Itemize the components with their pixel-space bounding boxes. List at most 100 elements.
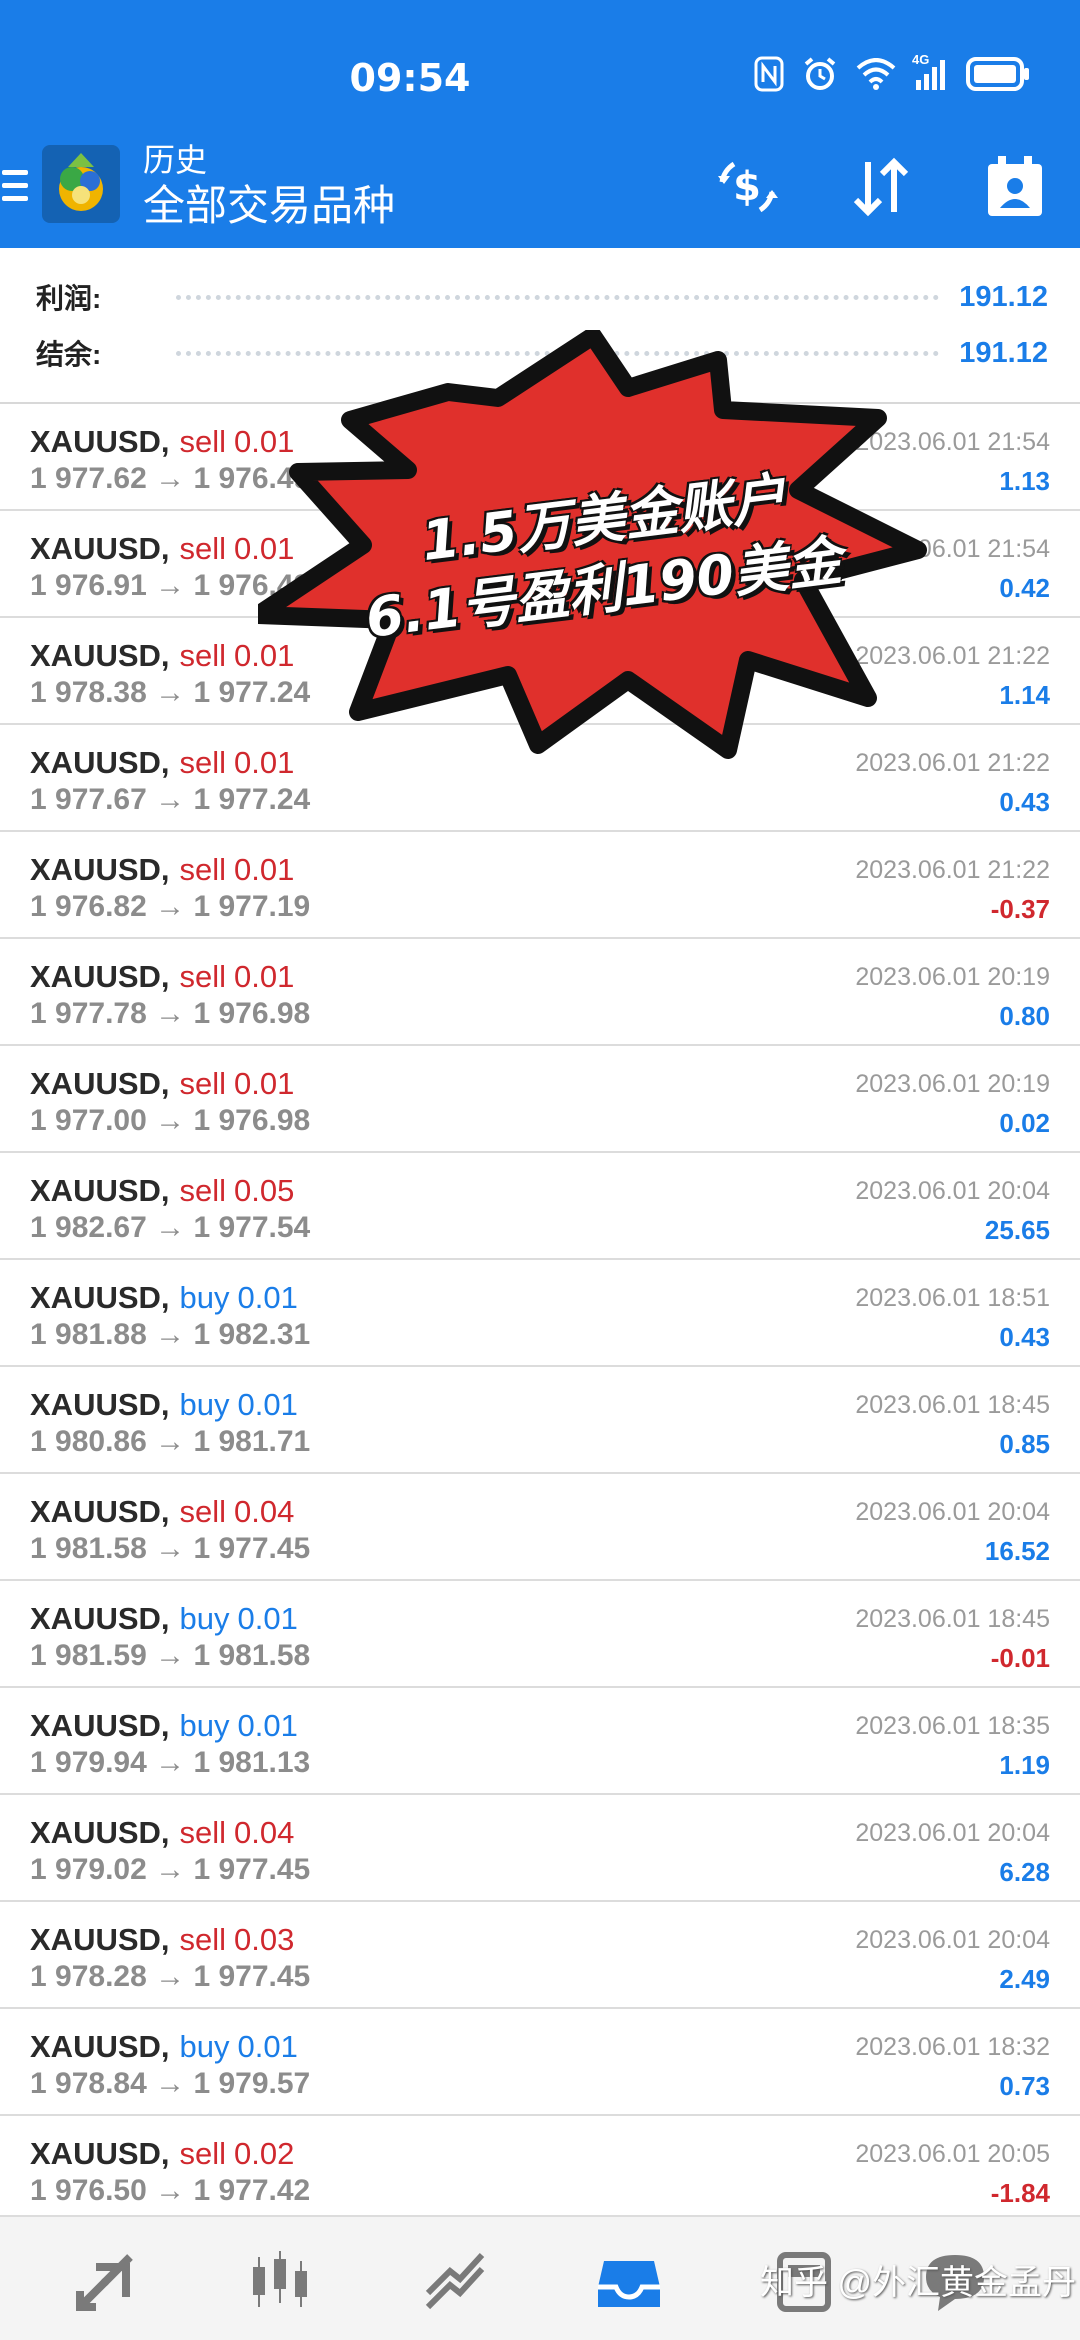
trade-symbol: XAUUSD, sell 0.05: [30, 1173, 294, 1209]
trade-side: sell: [179, 2136, 227, 2171]
trade-prices: 1 981.88 → 1 982.31: [30, 1318, 311, 1351]
trade-time: 2023.06.01 18:51: [855, 1284, 1050, 1312]
trade-row[interactable]: XAUUSD, sell 0.03 1 978.28 → 1 977.45 2023.0…: [0, 1902, 1080, 2009]
trade-profit: 16.52: [984, 1536, 1050, 1566]
trade-profit: -0.37: [990, 894, 1050, 924]
trade-lots: 0.01: [234, 1066, 295, 1101]
trade-symbol: XAUUSD, buy 0.01: [30, 1708, 298, 1744]
trade-time: 2023.06.01 20:04: [855, 1498, 1050, 1526]
trade-prices: 1 981.59 → 1 981.58: [30, 1639, 311, 1672]
app-header: 09:54 4G 历史 全部交易品种 $: [0, 0, 1080, 248]
trade-lots: 0.01: [237, 1601, 298, 1636]
trade-time: 2023.06.01 20:19: [855, 1070, 1050, 1098]
trade-lots: 0.02: [234, 2136, 295, 2171]
trade-symbol-label: XAUUSD,: [30, 2136, 170, 2171]
trade-lots: 0.01: [234, 959, 295, 994]
app-logo: [42, 145, 120, 223]
trade-profit: 6.28: [999, 1857, 1050, 1887]
bottom-nav: 知乎 @外汇黄金孟丹: [0, 2215, 1080, 2340]
trade-side: sell: [179, 852, 227, 887]
trade-time: 2023.06.01 18:35: [855, 1712, 1050, 1740]
trade-side: sell: [179, 638, 227, 673]
trade-profit: 0.43: [999, 787, 1050, 817]
trade-symbol: XAUUSD, sell 0.01: [30, 959, 294, 995]
chart-icon[interactable]: [245, 2247, 315, 2317]
trade-symbol: XAUUSD, sell 0.01: [30, 531, 294, 567]
trade-prices: 1 979.02 → 1 977.45: [30, 1853, 311, 1886]
trade-side: sell: [179, 1173, 227, 1208]
trade-row[interactable]: XAUUSD, sell 0.02 1 976.50 → 1 977.42 2023.0…: [0, 2116, 1080, 2223]
trade-side: buy: [179, 1708, 230, 1743]
quotes-icon[interactable]: [70, 2247, 140, 2317]
trade-lots: 0.01: [234, 852, 295, 887]
trade-side: sell: [179, 424, 227, 459]
trade-symbol: XAUUSD, buy 0.01: [30, 1387, 298, 1423]
trade-lots: 0.03: [234, 1922, 295, 1957]
trade-row[interactable]: XAUUSD, sell 0.01 1 976.82 → 1 977.19 2023.0…: [0, 832, 1080, 939]
trade-profit: 1.13: [999, 466, 1050, 496]
deposit-icon[interactable]: $: [712, 152, 782, 222]
balance-label: 结余:: [36, 339, 102, 370]
trade-profit: 1.14: [999, 680, 1050, 710]
trade-side: sell: [179, 531, 227, 566]
trade-lots: 0.01: [237, 1280, 298, 1315]
status-time: 09:54: [349, 56, 471, 100]
status-icons: 4G: [754, 52, 1030, 97]
trade-row[interactable]: XAUUSD, sell 0.01 1 977.00 → 1 976.98 2023.0…: [0, 1046, 1080, 1153]
wifi-icon: [856, 58, 896, 95]
trade-row[interactable]: XAUUSD, sell 0.05 1 982.67 → 1 977.54 2023.0…: [0, 1153, 1080, 1260]
trade-side: sell: [179, 745, 227, 780]
battery-icon: [966, 57, 1030, 96]
trade-row[interactable]: XAUUSD, sell 0.04 1 981.58 → 1 977.45 2023.0…: [0, 1474, 1080, 1581]
trade-symbol: XAUUSD, sell 0.01: [30, 638, 294, 674]
trade-side: buy: [179, 1387, 230, 1422]
sort-icon[interactable]: [846, 152, 916, 222]
trade-symbol: XAUUSD, sell 0.04: [30, 1815, 294, 1851]
trade-time: 2023.06.01 18:45: [855, 1391, 1050, 1419]
history-icon[interactable]: [594, 2247, 664, 2317]
trade-side: sell: [179, 1494, 227, 1529]
trade-prices: 1 982.67 → 1 977.54: [30, 1211, 311, 1244]
trade-prices: 1 980.86 → 1 981.71: [30, 1425, 311, 1458]
status-bar: 09:54 4G: [0, 0, 1080, 140]
symbol-filter[interactable]: 全部交易品种: [143, 180, 395, 232]
trade-side: sell: [179, 959, 227, 994]
dot-leader: [176, 294, 940, 300]
trade-row[interactable]: XAUUSD, buy 0.01 1 979.94 → 1 981.13 2023.06…: [0, 1688, 1080, 1795]
trade-prices: 1 981.58 → 1 977.45: [30, 1532, 311, 1565]
menu-icon[interactable]: [2, 170, 28, 206]
trade-symbol: XAUUSD, buy 0.01: [30, 1601, 298, 1637]
trade-symbol: XAUUSD, sell 0.01: [30, 1066, 294, 1102]
trade-time: 2023.06.01 20:04: [855, 1819, 1050, 1847]
trade-row[interactable]: XAUUSD, buy 0.01 1 981.88 → 1 982.31 2023.06…: [0, 1260, 1080, 1367]
trade-lots: 0.01: [237, 1708, 298, 1743]
trade-row[interactable]: XAUUSD, buy 0.01 1 978.84 → 1 979.57 2023.06…: [0, 2009, 1080, 2116]
trade-profit: 0.02: [999, 1108, 1050, 1138]
trade-profit: 2.49: [999, 1964, 1050, 1994]
trade-prices: 1 977.78 → 1 976.98: [30, 997, 311, 1030]
trade-row[interactable]: XAUUSD, sell 0.01 1 977.78 → 1 976.98 2023.0…: [0, 939, 1080, 1046]
trade-row[interactable]: XAUUSD, buy 0.01 1 980.86 → 1 981.71 2023.06…: [0, 1367, 1080, 1474]
trade-icon[interactable]: [420, 2247, 490, 2317]
trade-time: 2023.06.01 18:32: [855, 2033, 1050, 2061]
trade-side: sell: [179, 1815, 227, 1850]
profit-row: 利润: 191.12: [36, 272, 1048, 322]
page-title: 历史: [143, 142, 208, 178]
trade-side: buy: [179, 1601, 230, 1636]
trade-symbol-label: XAUUSD,: [30, 959, 170, 994]
trade-time: 2023.06.01 20:04: [855, 1177, 1050, 1205]
trade-symbol: XAUUSD, sell 0.04: [30, 1494, 294, 1530]
profit-label: 利润:: [36, 283, 102, 314]
trade-profit: 0.42: [999, 573, 1050, 603]
trade-prices: 1 976.82 → 1 977.19: [30, 890, 311, 923]
trade-row[interactable]: XAUUSD, sell 0.04 1 979.02 → 1 977.45 2023.0…: [0, 1795, 1080, 1902]
trade-side: buy: [179, 2029, 230, 2064]
trade-side: sell: [179, 1066, 227, 1101]
profit-value: 191.12: [959, 280, 1048, 313]
trade-row[interactable]: XAUUSD, buy 0.01 1 981.59 → 1 981.58 2023.06…: [0, 1581, 1080, 1688]
trade-symbol: XAUUSD, buy 0.01: [30, 2029, 298, 2065]
trade-time: 2023.06.01 21:22: [855, 856, 1050, 884]
trade-prices: 1 977.00 → 1 976.98: [30, 1104, 311, 1137]
calendar-icon[interactable]: [980, 152, 1050, 222]
trade-symbol: XAUUSD, sell 0.01: [30, 852, 294, 888]
